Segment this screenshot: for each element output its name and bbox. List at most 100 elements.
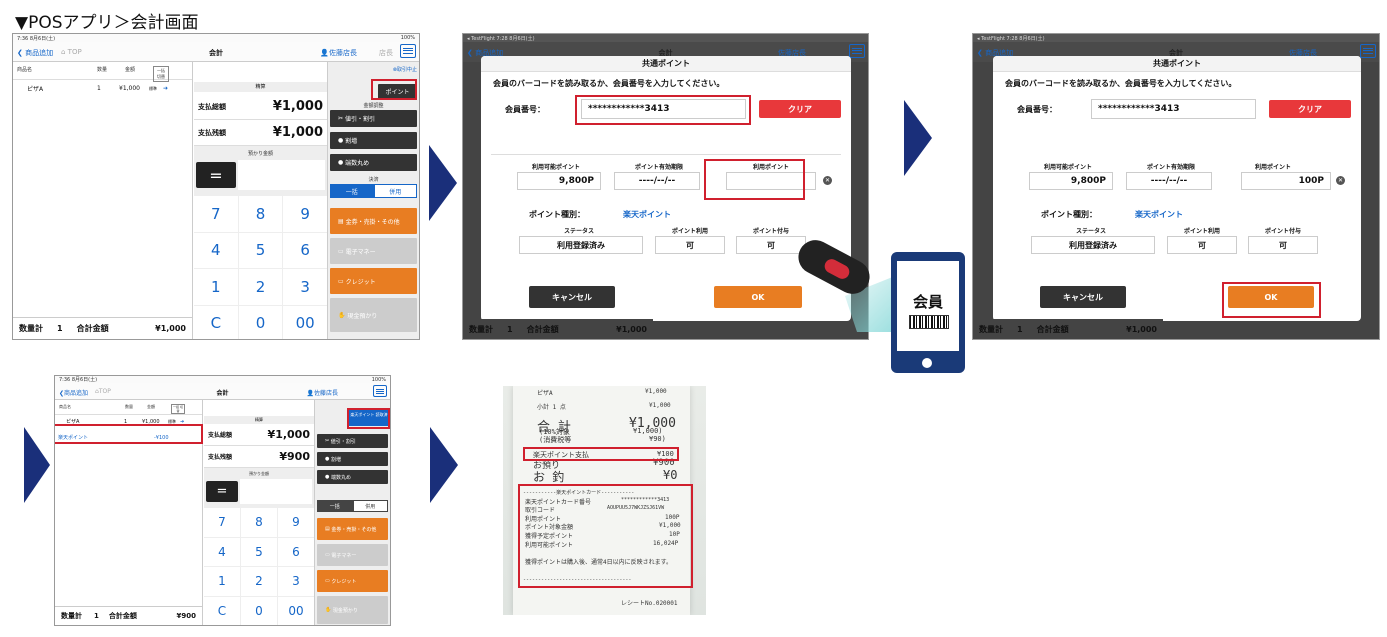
dialog-title: 共通ポイント — [993, 56, 1361, 72]
coins-icon: ● — [338, 137, 346, 144]
key-7[interactable]: 7 — [194, 196, 238, 232]
surcharge-button[interactable]: ● 割増 — [330, 132, 417, 149]
key-c[interactable]: C — [194, 305, 238, 339]
key-3[interactable]: 3 — [278, 567, 314, 596]
menu-icon[interactable] — [1360, 44, 1376, 58]
deposit-input[interactable] — [240, 479, 312, 504]
receipt-line: ¥0 — [663, 468, 678, 482]
batch-toggle-button[interactable]: 一括 切替 — [171, 404, 185, 414]
key-2[interactable]: 2 — [238, 269, 283, 305]
member-number-input[interactable]: ************3413 — [1091, 99, 1256, 119]
settle-type-segment: 一括 併用 — [330, 184, 417, 198]
barcode-scanner-icon — [790, 234, 876, 300]
expire-date: ----/--/-- — [614, 172, 700, 190]
key-2[interactable]: 2 — [241, 567, 277, 596]
cancel-tx-button[interactable]: ⊗取引中止 — [393, 66, 417, 73]
pay-credit-button[interactable]: ▭ クレジット — [330, 268, 417, 294]
pay-cash-button[interactable]: ▤ 金券・売掛・その他 — [330, 208, 417, 234]
key-6[interactable]: 6 — [278, 537, 314, 566]
user-button[interactable]: 👤佐藤店長 — [307, 388, 339, 397]
key-1[interactable]: 1 — [194, 269, 238, 305]
settle-panel: ⊕ 保留 精算 支払総額¥1,000 支払残額¥1,000 預かり金額 = 78… — [194, 62, 367, 339]
flow-arrow — [430, 427, 458, 503]
status-value: 利用登録済み — [1031, 236, 1155, 254]
key-1[interactable]: 1 — [204, 567, 240, 596]
use-points-input[interactable]: 100P — [1241, 172, 1331, 190]
key-6[interactable]: 6 — [283, 232, 327, 268]
clear-icon[interactable]: ✕ — [823, 176, 832, 185]
pay-emoney-button[interactable]: ▭ 電子マネー — [317, 544, 388, 566]
pay-deposit-button[interactable]: ✋ 現金預かり — [317, 596, 388, 624]
key-00[interactable]: 00 — [278, 596, 314, 625]
menu-icon[interactable] — [849, 44, 865, 58]
back-button[interactable]: ❮ 商品追加 — [17, 48, 53, 58]
expire-label: ポイント有効期限 — [634, 164, 683, 171]
nav-bar: ❮商品追加 ⌂TOP 会計 👤佐藤店長 — [55, 383, 390, 400]
pay-deposit-button[interactable]: ✋ 現金預かり — [330, 298, 417, 332]
pay-remain-row: 支払残額 ¥1,000 — [194, 120, 327, 146]
menu-icon[interactable] — [373, 385, 387, 397]
phone-member-label: 会員 — [912, 293, 943, 311]
key-4[interactable]: 4 — [194, 232, 238, 268]
surcharge-button[interactable]: ● 割増 — [317, 452, 388, 466]
top-link[interactable]: ⌂TOP — [95, 388, 111, 395]
key-8[interactable]: 8 — [241, 508, 277, 537]
flow-arrow — [904, 100, 932, 176]
seg-single[interactable]: 一括 — [317, 500, 353, 512]
flow-arrow — [429, 145, 457, 221]
payment-panel: 楽天ポイント 読取済 ✂ 値引・割引 ● 割増 ● 端数丸め 一括 併用 ▤ 金… — [314, 400, 390, 625]
cancel-button[interactable]: キャンセル — [1040, 286, 1126, 308]
receipt-line: お 釣 — [533, 470, 565, 484]
receipt-line: ¥1,000) — [633, 427, 663, 435]
key-c[interactable]: C — [204, 596, 240, 625]
ok-button[interactable]: OK — [714, 286, 802, 308]
cancel-button[interactable]: キャンセル — [529, 286, 615, 308]
discount-button[interactable]: ✂ 値引・割引 — [330, 110, 417, 127]
equals-button[interactable]: = — [196, 162, 236, 188]
point-dialog-screen-2: ◂ TestFlight 7:28 8月6日(土) ❮ 商品追加 会計 佐藤店長… — [972, 33, 1380, 340]
totals-footer: 数量計 1 合計金額 ¥900 — [55, 606, 202, 625]
key-7[interactable]: 7 — [204, 508, 240, 537]
key-5[interactable]: 5 — [238, 232, 283, 268]
seg-single[interactable]: 一括 — [330, 184, 374, 198]
rounding-button[interactable]: ● 端数丸め — [317, 470, 388, 484]
list-item[interactable]: ピザA 1 ¥1,000 標準 ➜ — [13, 80, 192, 97]
tag-icon[interactable]: ➜ — [163, 85, 168, 92]
deposit-input[interactable] — [238, 160, 325, 190]
batch-toggle-button[interactable]: 一括 切替 — [153, 66, 169, 82]
payment-panel: ⊗取引中止 ポイント 金額調整 ✂ 値引・割引 ● 割増 ● 端数丸め 決済 一… — [327, 62, 419, 339]
avail-label: 利用可能ポイント — [531, 164, 580, 171]
key-4[interactable]: 4 — [204, 537, 240, 566]
pay-credit-button[interactable]: ▭ クレジット — [317, 570, 388, 592]
key-9[interactable]: 9 — [283, 196, 327, 232]
col-price: 金額 — [125, 67, 136, 73]
pay-cash-button[interactable]: ▤ 金券・売掛・その他 — [317, 518, 388, 540]
key-9[interactable]: 9 — [278, 508, 314, 537]
key-00[interactable]: 00 — [283, 305, 327, 339]
settle-type-segment: 一括 併用 — [317, 500, 388, 512]
clear-button[interactable]: クリア — [759, 100, 841, 118]
clear-button[interactable]: クリア — [1269, 100, 1351, 118]
key-5[interactable]: 5 — [241, 537, 277, 566]
key-0[interactable]: 0 — [238, 305, 283, 339]
use-ok-value: 可 — [655, 236, 725, 254]
discount-button[interactable]: ✂ 値引・割引 — [317, 434, 388, 448]
seg-split[interactable]: 併用 — [373, 184, 417, 198]
seg-split[interactable]: 併用 — [352, 500, 388, 512]
key-8[interactable]: 8 — [238, 196, 283, 232]
menu-icon[interactable] — [400, 44, 416, 58]
pay-total-row: 支払総額 ¥1,000 — [204, 424, 314, 446]
key-0[interactable]: 0 — [241, 596, 277, 625]
col-name: 商品名 — [17, 67, 33, 73]
clear-icon[interactable]: ✕ — [1336, 176, 1345, 185]
equals-button[interactable]: = — [206, 481, 238, 502]
key-3[interactable]: 3 — [283, 269, 327, 305]
highlight-use-points — [704, 159, 805, 200]
back-button[interactable]: ❮商品追加 — [59, 388, 88, 397]
ticket-icon: ▤ — [338, 217, 346, 225]
screen-title: 会計 — [216, 390, 229, 397]
pay-emoney-button[interactable]: ▭ 電子マネー — [330, 238, 417, 264]
rounding-button[interactable]: ● 端数丸め — [330, 154, 417, 171]
top-link[interactable]: ⌂ TOP — [61, 48, 82, 56]
user-button[interactable]: 👤佐藤店長 — [320, 48, 357, 58]
